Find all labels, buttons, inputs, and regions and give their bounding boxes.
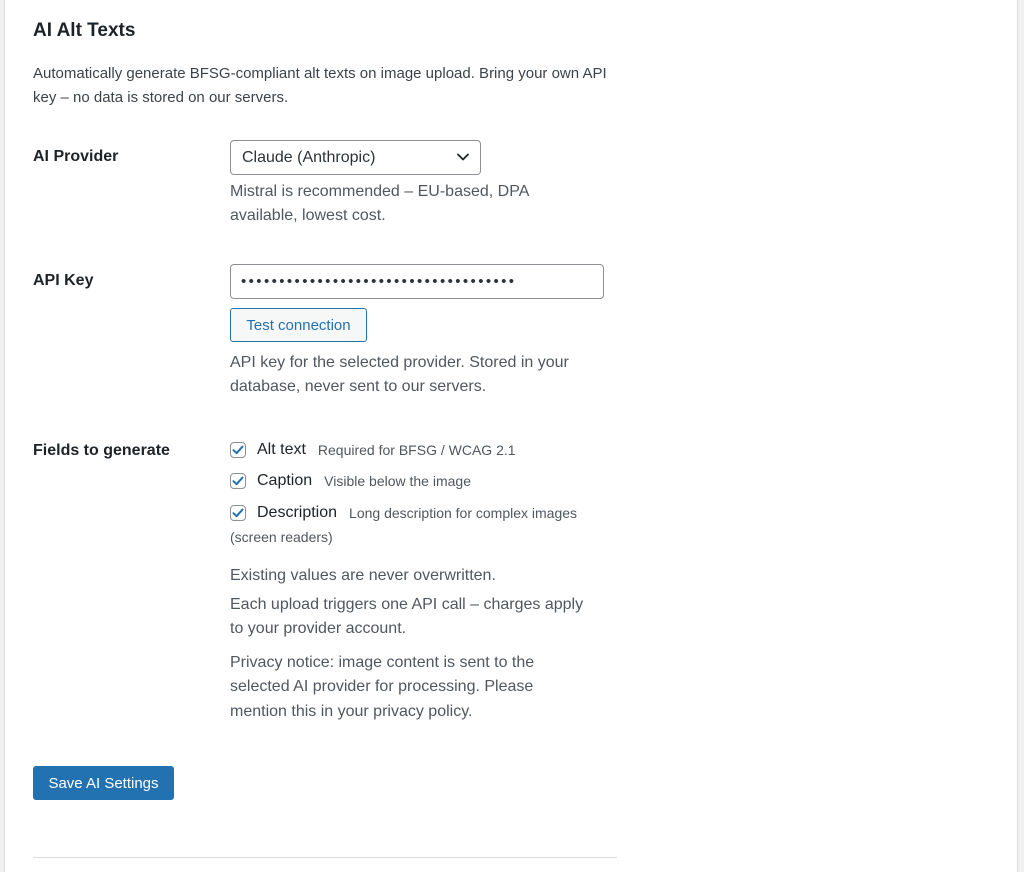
field-option-description[interactable]: Description Long description for complex… (230, 504, 577, 522)
field-option-alt-text[interactable]: Alt text Required for BFSG / WCAG 2.1 (230, 441, 516, 459)
caption-hint: Visible below the image (324, 473, 471, 489)
test-connection-button[interactable]: Test connection (230, 308, 367, 342)
note-cost-line1: Each upload triggers one API call – char… (230, 596, 584, 613)
provider-select[interactable]: Claude (Anthropic) (230, 140, 481, 175)
fields-label: Fields to generate (33, 442, 170, 459)
chevron-down-icon (457, 153, 469, 161)
description-hint: Long description for complex images (349, 505, 578, 521)
description-checkbox[interactable] (230, 505, 246, 521)
field-option-caption[interactable]: Caption Visible below the image (230, 472, 471, 490)
note-existing-values: Existing values are never overwritten. (230, 567, 496, 584)
description-hint-continued: (screen readers) (230, 529, 333, 545)
api-key-description-line2: database, never sent to our servers. (230, 378, 487, 395)
provider-select-value: Claude (Anthropic) (242, 149, 376, 166)
checkmark-icon (232, 508, 244, 518)
alt-text-label: Alt text (257, 441, 306, 458)
provider-description-line2: available, lowest cost. (230, 207, 386, 224)
settings-panel: AI Alt Texts Automatically generate BFSG… (4, 0, 1018, 872)
save-ai-settings-button[interactable]: Save AI Settings (33, 766, 174, 800)
section-title: AI Alt Texts (33, 20, 136, 41)
checkmark-icon (232, 445, 244, 455)
caption-checkbox[interactable] (230, 473, 246, 489)
caption-label: Caption (257, 472, 313, 489)
api-key-input[interactable]: •••••••••••••••••••••••••••••••••••• (230, 264, 604, 299)
provider-label: AI Provider (33, 148, 119, 165)
provider-description-line1: Mistral is recommended – EU-based, DPA (230, 183, 530, 200)
checkmark-icon (232, 476, 244, 486)
section-divider (33, 857, 617, 858)
section-intro: Automatically generate BFSG-compliant al… (33, 65, 607, 106)
alt-text-hint: Required for BFSG / WCAG 2.1 (317, 442, 516, 458)
api-key-label: API Key (33, 272, 94, 289)
api-key-description-line1: API key for the selected provider. Store… (230, 354, 569, 371)
note-cost-line2: to your provider account. (230, 620, 407, 637)
description-label: Description (257, 504, 338, 521)
note-privacy-line2: selected AI provider for processing. Ple… (230, 678, 534, 695)
note-privacy-line1: Privacy notice: image content is sent to… (230, 654, 535, 671)
note-privacy-line3: mention this in your privacy policy. (230, 703, 473, 720)
alt-text-checkbox[interactable] (230, 442, 246, 458)
